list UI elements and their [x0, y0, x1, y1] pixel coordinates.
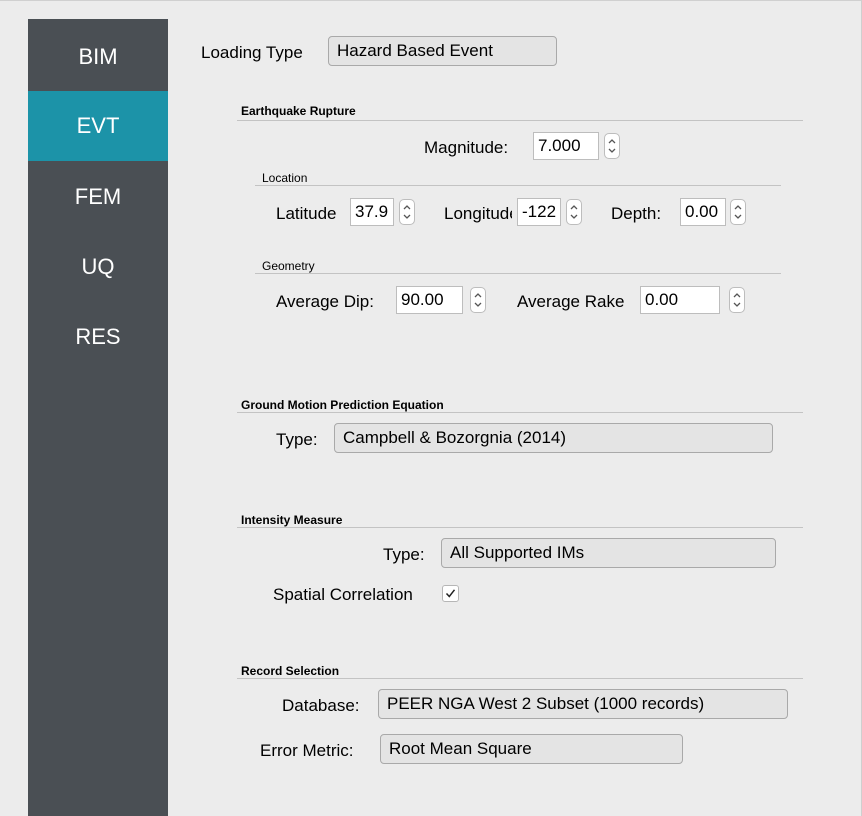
spatial-correlation-checkbox[interactable]: [442, 585, 459, 602]
sidebar-item-evt[interactable]: EVT: [28, 91, 168, 161]
section-divider: [237, 678, 803, 679]
average-rake-label: Average Rake: [517, 292, 625, 311]
subsection-divider: [255, 185, 781, 186]
longitude-label: Longitude: [444, 204, 512, 223]
depth-input[interactable]: 0.00: [680, 198, 726, 226]
sidebar-item-label: UQ: [81, 254, 115, 279]
average-dip-input[interactable]: 90.00: [396, 286, 463, 314]
location-title: Location: [262, 171, 308, 185]
longitude-stepper[interactable]: [566, 199, 582, 225]
intensity-type-select[interactable]: All Supported IMs: [441, 538, 776, 568]
gmpe-title: Ground Motion Prediction Equation: [241, 398, 444, 412]
gmpe-type-label: Type:: [276, 430, 318, 449]
loading-type-label: Loading Type: [201, 43, 303, 62]
depth-stepper[interactable]: [730, 199, 746, 225]
sidebar: BIM EVT FEM UQ RES: [28, 19, 168, 816]
average-dip-stepper[interactable]: [470, 287, 486, 313]
average-rake-stepper[interactable]: [729, 287, 745, 313]
section-divider: [237, 120, 803, 121]
record-selection-title: Record Selection: [241, 664, 340, 678]
intensity-measure-title: Intensity Measure: [241, 513, 343, 527]
sidebar-item-label: FEM: [74, 184, 122, 209]
gmpe-type-select[interactable]: Campbell & Bozorgnia (2014): [334, 423, 773, 453]
subsection-divider: [255, 273, 781, 274]
error-metric-label: Error Metric:: [260, 741, 354, 760]
database-label: Database:: [282, 696, 360, 715]
top-border: [0, 0, 862, 1]
magnitude-input[interactable]: 7.000: [533, 132, 599, 160]
sidebar-item-fem[interactable]: FEM: [28, 162, 168, 232]
magnitude-label: Magnitude:: [424, 138, 509, 157]
loading-type-select[interactable]: Hazard Based Event: [328, 36, 557, 66]
checkmark-icon: [445, 589, 456, 598]
latitude-input[interactable]: 37.9: [350, 198, 394, 226]
earthquake-rupture-title: Earthquake Rupture: [241, 104, 356, 118]
geometry-title: Geometry: [262, 259, 315, 273]
latitude-stepper[interactable]: [399, 199, 415, 225]
magnitude-stepper[interactable]: [604, 133, 620, 159]
average-rake-input[interactable]: 0.00: [640, 286, 720, 314]
section-divider: [237, 527, 803, 528]
section-divider: [237, 412, 803, 413]
spatial-correlation-label: Spatial Correlation: [273, 585, 413, 604]
database-select[interactable]: PEER NGA West 2 Subset (1000 records): [378, 689, 788, 719]
intensity-type-label: Type:: [383, 545, 425, 564]
sidebar-item-label: EVT: [76, 113, 120, 138]
sidebar-item-label: BIM: [78, 44, 118, 69]
sidebar-item-res[interactable]: RES: [28, 302, 168, 372]
error-metric-select[interactable]: Root Mean Square: [380, 734, 683, 764]
longitude-input[interactable]: -122: [517, 198, 561, 226]
sidebar-item-bim[interactable]: BIM: [28, 22, 168, 92]
depth-label: Depth:: [611, 204, 662, 223]
latitude-label: Latitude: [276, 204, 337, 223]
sidebar-item-label: RES: [75, 324, 121, 349]
average-dip-label: Average Dip:: [276, 292, 374, 311]
sidebar-item-uq[interactable]: UQ: [28, 232, 168, 302]
